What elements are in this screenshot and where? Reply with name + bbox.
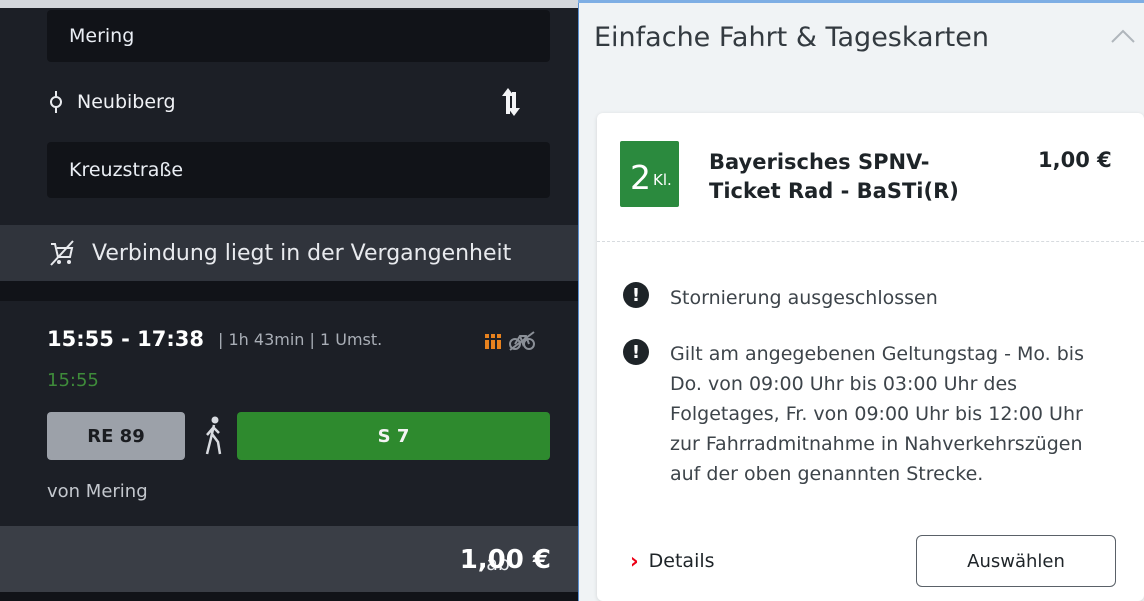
past-connection-notice: Verbindung liegt in der Vergangenheit <box>0 225 578 281</box>
connection-time-range[interactable]: 15:55 - 17:38 <box>47 327 204 351</box>
bottom-band <box>0 592 578 601</box>
actual-departure-time: 15:55 <box>47 370 99 391</box>
ticket-name: Bayerisches SPNV-Ticket Rad - BaSTi(R) <box>709 150 959 203</box>
class-label: Kl. <box>653 171 672 189</box>
train-segment-s[interactable]: S 7 <box>237 412 550 460</box>
top-band <box>0 0 578 8</box>
connection-price: 1,00 € <box>459 545 551 575</box>
via-row[interactable]: Neubiberg <box>47 82 547 122</box>
destination-text: Kreuzstraße <box>69 159 184 181</box>
warning-icon: ! <box>623 282 649 308</box>
card-separator <box>597 241 1144 242</box>
class-badge: 2 Kl. <box>620 141 679 207</box>
origin-field[interactable]: Mering <box>47 10 550 62</box>
class-number: 2 <box>630 158 651 197</box>
section-title[interactable]: Einfache Fahrt & Tageskarten <box>594 22 989 53</box>
select-button[interactable]: Auswählen <box>916 535 1116 587</box>
panel-top-line <box>578 0 1144 3</box>
details-label: Details <box>648 550 715 572</box>
panel-border <box>578 0 579 601</box>
ticket-price: 1,00 € <box>1038 148 1112 172</box>
warning-icon: ! <box>623 339 649 365</box>
note-cancellation: Stornierung ausgeschlossen <box>670 287 938 309</box>
from-station: von Mering <box>47 481 148 502</box>
cart-crossed-icon <box>50 240 74 266</box>
past-connection-text: Verbindung liegt in der Vergangenheit <box>92 240 512 266</box>
chevron-up-icon[interactable] <box>1110 26 1136 46</box>
chevron-right-icon: › <box>630 549 639 573</box>
details-link[interactable]: › Details <box>630 549 715 573</box>
origin-text: Mering <box>69 25 135 47</box>
destination-field[interactable]: Kreuzstraße <box>47 142 550 198</box>
walk-icon <box>205 416 222 455</box>
connection-duration-info: | 1h 43min | 1 Umst. <box>218 330 383 349</box>
divider <box>0 281 578 301</box>
via-station-icon <box>50 91 62 113</box>
occupancy-icon <box>485 334 501 349</box>
train-segment-re[interactable]: RE 89 <box>47 412 185 460</box>
via-text: Neubiberg <box>77 91 176 113</box>
note-validity: Gilt am angegebenen Geltungstag - Mo. bi… <box>670 343 1084 485</box>
swap-icon[interactable] <box>496 84 524 120</box>
bicycle-icon <box>509 331 535 351</box>
connection-panel: Mering Neubiberg Kreuzstraße Verbindung … <box>0 0 578 601</box>
